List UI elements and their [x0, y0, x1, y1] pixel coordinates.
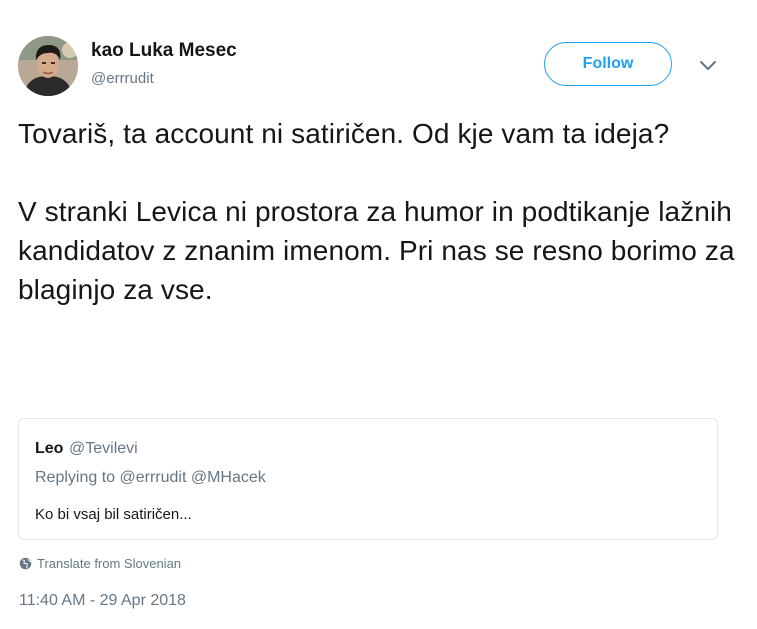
- translate-link[interactable]: Translate from Slovenian: [19, 556, 181, 571]
- chevron-down-icon[interactable]: [697, 56, 719, 74]
- follow-button[interactable]: Follow: [544, 42, 672, 86]
- quoted-author-name: Leo: [35, 440, 64, 457]
- tweet-timestamp[interactable]: 11:40 AM - 29 Apr 2018: [19, 592, 186, 610]
- quoted-replying-to: Replying to @errrudit @MHacek: [35, 469, 266, 486]
- quoted-tweet-text: Ko bi vsaj bil satiričen...: [35, 506, 192, 523]
- author-display-name[interactable]: kao Luka Mesec: [91, 40, 237, 62]
- globe-icon: [19, 557, 32, 570]
- tweet-paragraph: Tovariš, ta account ni satiričen. Od kje…: [18, 118, 670, 149]
- quoted-author-handle: @Tevilevi: [69, 440, 138, 457]
- author-handle[interactable]: @errrudit: [91, 70, 154, 87]
- quoted-tweet-card[interactable]: Leo @Tevilevi Replying to @errrudit @MHa…: [18, 418, 718, 540]
- profile-photo: [18, 36, 78, 96]
- translate-label: Translate from Slovenian: [37, 556, 182, 571]
- avatar[interactable]: [18, 36, 78, 96]
- tweet-text: Tovariš, ta account ni satiričen. Od kje…: [18, 114, 738, 309]
- tweet-paragraph: V stranki Levica ni prostora za humor in…: [18, 196, 735, 305]
